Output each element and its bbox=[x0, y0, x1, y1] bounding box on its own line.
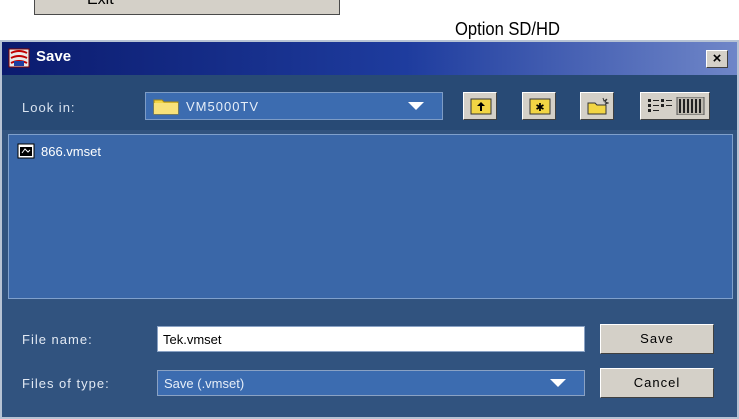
files-of-type-dropdown[interactable]: Save (.vmset) bbox=[157, 370, 585, 396]
exit-menu-item[interactable]: Exit bbox=[87, 0, 114, 9]
look-in-value: VM5000TV bbox=[186, 99, 260, 114]
files-of-type-value: Save (.vmset) bbox=[164, 376, 245, 391]
file-name-field[interactable] bbox=[157, 326, 585, 352]
new-folder-icon bbox=[587, 97, 609, 115]
save-dialog: Save × Look in: VM5000TV ✱ 866.vmset Fil… bbox=[0, 40, 739, 419]
save-app-icon bbox=[8, 48, 30, 68]
file-name-text: 866.vmset bbox=[41, 144, 101, 159]
file-name-label: File name: bbox=[22, 332, 93, 347]
dialog-title: Save bbox=[36, 48, 72, 65]
save-options-panel: File name: Save Files of type: Save (.vm… bbox=[2, 303, 737, 417]
desktop-folder-icon: ✱ bbox=[529, 98, 551, 115]
title-bar[interactable]: Save × bbox=[2, 42, 737, 75]
folder-icon bbox=[153, 99, 179, 115]
chevron-down-icon[interactable] bbox=[550, 379, 566, 387]
chevron-down-icon[interactable] bbox=[408, 102, 424, 110]
look-in-dropdown[interactable]: VM5000TV bbox=[145, 92, 443, 120]
files-of-type-label: Files of type: bbox=[22, 376, 110, 391]
vmset-file-icon bbox=[17, 143, 35, 159]
view-list-details-icon bbox=[648, 97, 705, 115]
folder-up-icon bbox=[470, 98, 492, 115]
look-in-toolbar: Look in: VM5000TV ✱ bbox=[2, 75, 737, 130]
cancel-button[interactable]: Cancel bbox=[600, 368, 714, 398]
view-menu-button[interactable] bbox=[640, 92, 710, 120]
background-exit-menu: Exit bbox=[34, 0, 340, 15]
save-button[interactable]: Save bbox=[600, 324, 714, 354]
close-button[interactable]: × bbox=[706, 50, 728, 68]
desktop-button[interactable]: ✱ bbox=[522, 92, 556, 120]
svg-text:✱: ✱ bbox=[535, 101, 544, 114]
look-in-label: Look in: bbox=[22, 100, 76, 115]
file-list[interactable]: 866.vmset bbox=[8, 134, 733, 299]
option-caption: Option SD/HD bbox=[455, 19, 560, 39]
create-new-folder-button[interactable] bbox=[580, 92, 614, 120]
close-icon: × bbox=[712, 50, 722, 67]
up-one-level-button[interactable] bbox=[463, 92, 497, 120]
